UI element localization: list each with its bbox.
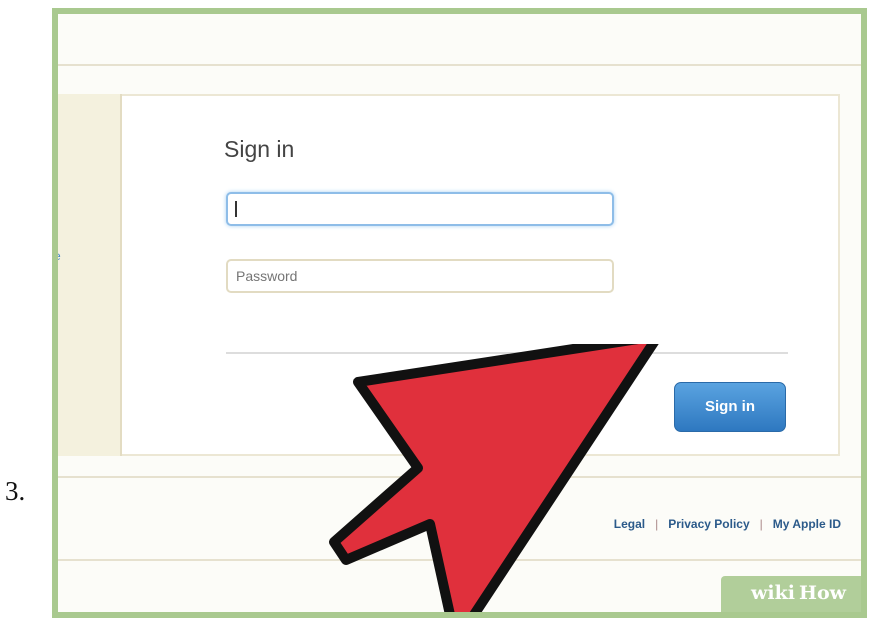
password-input[interactable] [226,259,614,293]
my-apple-id-link[interactable]: My Apple ID [773,517,841,531]
footer-separator: | [759,517,763,531]
step-number: 3. [5,476,26,506]
wikihow-watermark: wiki How [721,576,861,612]
truncated-link-fragment[interactable]: e [58,250,61,262]
privacy-policy-link[interactable]: Privacy Policy [668,517,749,531]
left-side-panel: e [58,94,122,456]
screenshot-frame: e Sign in Sign in Legal | Privacy Policy | M… [52,8,867,618]
apple-id-input[interactable] [226,192,614,226]
wikihow-logo-text: How [799,582,846,604]
wikihow-logo-text: wiki [751,582,795,604]
sign-in-title: Sign in [224,136,295,162]
header-divider [58,64,861,66]
text-cursor [235,201,237,217]
sign-in-button[interactable]: Sign in [674,382,786,432]
red-arrow-icon [329,344,659,612]
